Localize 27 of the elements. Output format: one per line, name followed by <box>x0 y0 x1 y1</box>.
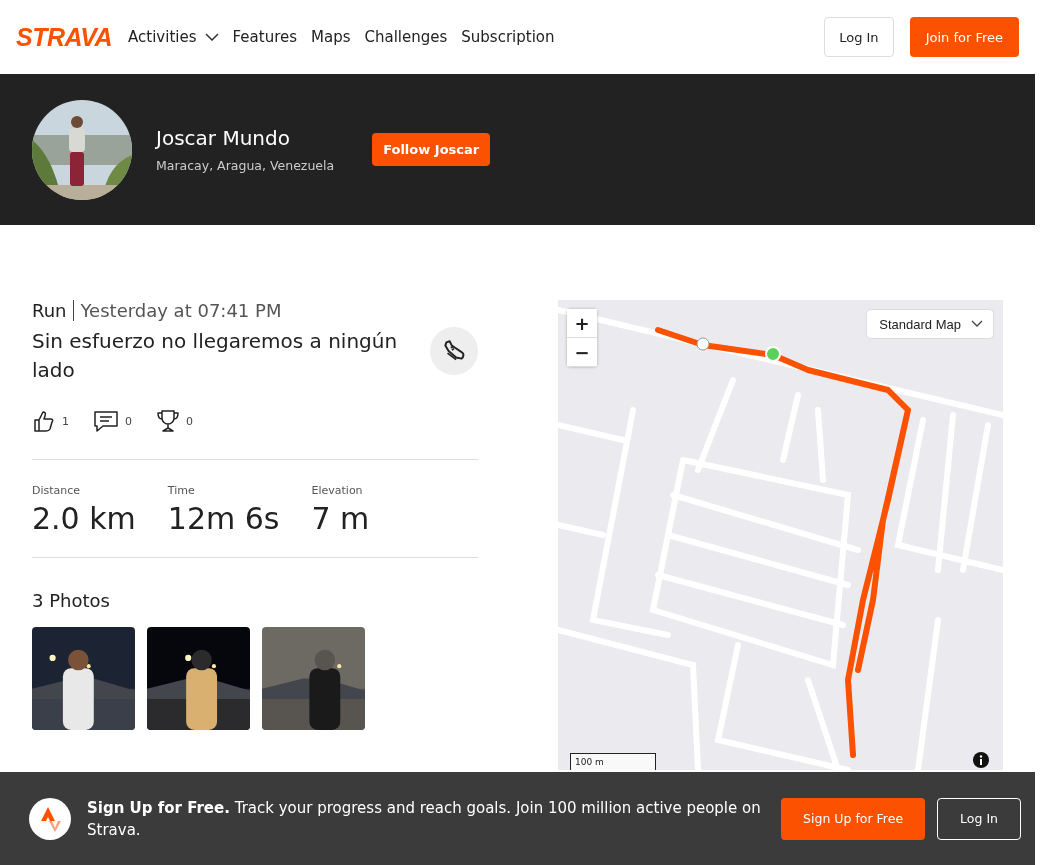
zoom-in-button[interactable]: + <box>567 309 597 338</box>
login-button[interactable]: Log In <box>824 17 894 57</box>
athlete-location: Maracay, Aragua, Venezuela <box>156 158 335 173</box>
nav-link[interactable]: Activities <box>128 28 219 46</box>
stat-value: 7 m <box>311 501 370 536</box>
activity-title: Sin esfuerzo no llegaremos a ningún lado <box>32 328 399 384</box>
signup-message: Sign Up for Free. Track your progress and reach goals. Join 100 million active people on Strava. <box>87 797 762 841</box>
activity-type: Run <box>32 300 74 321</box>
zoom-out-button[interactable]: − <box>567 338 597 367</box>
activity-time: Yesterday at 07:41 PM <box>79 300 282 321</box>
achievement-count: 0 <box>186 414 193 428</box>
nav-link[interactable]: Maps <box>311 28 351 46</box>
map-scale: 100 m <box>570 753 656 770</box>
comment-count: 0 <box>125 414 132 428</box>
nav-link[interactable]: Features <box>232 28 297 46</box>
map-style-dropdown[interactable]: Standard Map <box>866 309 994 339</box>
stat-label: Time <box>167 484 196 497</box>
athlete-name[interactable]: Joscar Mundo <box>156 126 335 150</box>
nav-link[interactable]: Subscription <box>461 28 555 46</box>
stat-value: 2.0 km <box>32 501 136 536</box>
photos-heading: 3 Photos <box>32 590 111 611</box>
kudos-count: 1 <box>62 414 69 428</box>
stat-value: 12m 6s <box>167 501 280 536</box>
stat-label: Distance <box>32 484 82 497</box>
nav-link[interactable]: Challenges <box>364 28 448 46</box>
stat-label: Elevation <box>311 484 364 497</box>
login-button[interactable]: Log In <box>937 797 1021 840</box>
